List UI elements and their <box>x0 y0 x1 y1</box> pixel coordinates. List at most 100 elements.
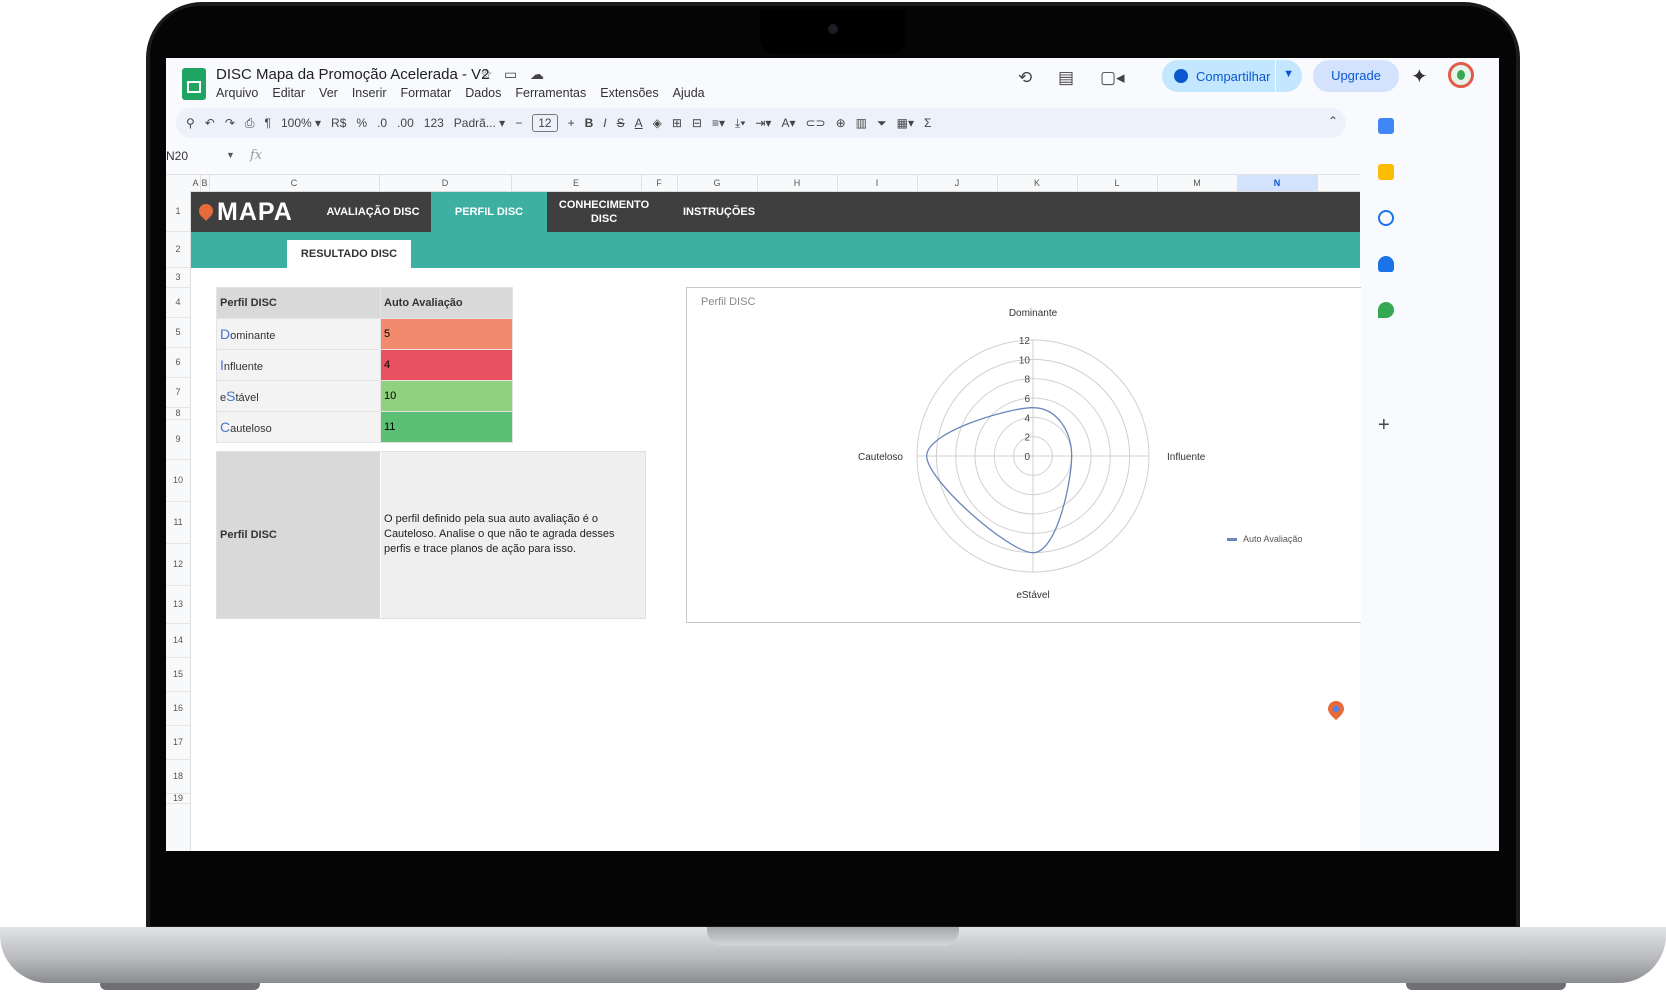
font-size-increase-icon[interactable]: + <box>568 116 575 130</box>
tasks-icon[interactable] <box>1378 210 1394 226</box>
percent-button[interactable]: % <box>356 116 367 130</box>
menu-dados[interactable]: Dados <box>465 86 501 100</box>
column-header-l[interactable]: L <box>1077 175 1158 191</box>
text-wrap-icon[interactable]: ⇥▾ <box>755 116 771 130</box>
column-header-c[interactable]: C <box>209 175 380 191</box>
row-header-7[interactable]: 7 <box>166 377 190 408</box>
column-header-h[interactable]: H <box>757 175 838 191</box>
profile-label-cell[interactable]: Dominante <box>216 318 381 350</box>
row-header-15[interactable]: 15 <box>166 657 190 692</box>
menu-ferramentas[interactable]: Ferramentas <box>515 86 586 100</box>
font-select[interactable]: Padrã... ▾ <box>454 116 505 130</box>
row-header-16[interactable]: 16 <box>166 691 190 726</box>
functions-icon[interactable]: Σ <box>924 116 931 130</box>
menu-formatar[interactable]: Formatar <box>401 86 452 100</box>
column-header-e[interactable]: E <box>511 175 642 191</box>
row-header-19[interactable]: 19 <box>166 793 190 804</box>
row-header-5[interactable]: 5 <box>166 317 190 348</box>
align-vertical-icon[interactable]: ⤓▾ <box>735 116 745 131</box>
merge-cells-icon[interactable]: ⊟ <box>692 116 702 130</box>
tab-perfil-disc[interactable]: PERFIL DISC <box>431 192 547 232</box>
meet-icon[interactable]: ▢◂ <box>1100 68 1125 88</box>
column-header-f[interactable]: F <box>641 175 678 191</box>
filter-views-icon[interactable]: ▦▾ <box>897 116 914 130</box>
spreadsheet-grid[interactable]: ABCDEFGHIJKLMN 1 2 3 4 5 6 7 8 9 10 11 12 13 14 15 16 17… <box>166 174 1361 851</box>
row-header-14[interactable]: 14 <box>166 623 190 658</box>
column-header-g[interactable]: G <box>677 175 758 191</box>
header-perfil-disc[interactable]: Perfil DISC <box>216 287 381 319</box>
tab-conhecimento-disc[interactable]: CONHECIMENTO DISC <box>553 192 655 232</box>
name-box-dropdown-icon[interactable]: ▼ <box>226 150 235 160</box>
tab-avaliacao-disc[interactable]: AVALIAÇÃO DISC <box>317 192 429 232</box>
score-cell[interactable]: 4 <box>380 349 513 381</box>
comments-icon[interactable]: ▤ <box>1058 68 1074 88</box>
column-header-d[interactable]: D <box>379 175 512 191</box>
row-header-17[interactable]: 17 <box>166 725 190 760</box>
star-icon[interactable]: ☆ <box>480 66 493 83</box>
zoom-select[interactable]: 100% ▾ <box>281 116 321 130</box>
fill-color-icon[interactable]: ◈ <box>653 116 662 130</box>
map-pin-floating-icon[interactable] <box>1325 699 1347 721</box>
share-dropdown-icon[interactable]: ▼ <box>1283 68 1294 80</box>
contacts-icon[interactable] <box>1378 256 1394 272</box>
borders-icon[interactable]: ⊞ <box>672 116 682 130</box>
share-button[interactable]: Compartilhar ▼ <box>1162 60 1302 92</box>
currency-button[interactable]: R$ <box>331 116 346 130</box>
undo-icon[interactable]: ↶ <box>205 116 215 130</box>
score-cell[interactable]: 11 <box>380 411 513 443</box>
tab-resultado-disc[interactable]: RESULTADO DISC <box>287 240 411 268</box>
avatar[interactable] <box>1448 62 1474 88</box>
column-header-m[interactable]: M <box>1157 175 1238 191</box>
text-rotation-icon[interactable]: A▾ <box>781 116 795 130</box>
more-formats-button[interactable]: 123 <box>424 116 444 130</box>
row-header-10[interactable]: 10 <box>166 459 190 502</box>
menu-ajuda[interactable]: Ajuda <box>673 86 705 100</box>
row-header-1[interactable]: 1 <box>166 191 190 232</box>
column-header-j[interactable]: J <box>917 175 998 191</box>
row-header-12[interactable]: 12 <box>166 543 190 586</box>
column-header-n[interactable]: N <box>1237 175 1318 191</box>
strikethrough-icon[interactable]: S <box>617 116 625 130</box>
insert-link-icon[interactable]: ⊂⊃ <box>805 116 825 130</box>
menu-ver[interactable]: Ver <box>319 86 338 100</box>
score-cell[interactable]: 5 <box>380 318 513 350</box>
decrease-decimal-button[interactable]: .0 <box>377 116 387 130</box>
collapse-menus-icon[interactable]: ⌃ <box>1328 114 1338 128</box>
menu-editar[interactable]: Editar <box>272 86 305 100</box>
insert-chart-icon[interactable]: ▥ <box>856 116 867 130</box>
maps-icon[interactable] <box>1378 302 1394 318</box>
print-icon[interactable]: ⎙ <box>245 116 255 131</box>
insert-comment-icon[interactable]: ⊕ <box>836 116 846 130</box>
name-box[interactable]: N20 <box>166 149 188 163</box>
row-header-9[interactable]: 9 <box>166 419 190 460</box>
row-header-13[interactable]: 13 <box>166 585 190 624</box>
gemini-icon[interactable]: ✦ <box>1411 64 1428 89</box>
text-color-icon[interactable]: A <box>635 116 643 130</box>
sheets-logo-icon[interactable] <box>182 68 206 100</box>
align-horizontal-icon[interactable]: ≡▾ <box>712 116 725 130</box>
increase-decimal-button[interactable]: .00 <box>397 116 414 130</box>
calendar-icon[interactable] <box>1378 118 1394 134</box>
score-cell[interactable]: 10 <box>380 380 513 412</box>
menu-arquivo[interactable]: Arquivo <box>216 86 258 100</box>
upgrade-button[interactable]: Upgrade <box>1313 60 1399 92</box>
column-header-i[interactable]: I <box>837 175 918 191</box>
move-folder-icon[interactable]: ▭ <box>504 66 517 83</box>
font-size-decrease-icon[interactable]: − <box>515 116 522 130</box>
column-header-k[interactable]: K <box>997 175 1078 191</box>
tab-instrucoes[interactable]: INSTRUÇÕES <box>677 192 761 232</box>
paint-format-icon[interactable]: ¶ <box>265 116 271 130</box>
profile-label-cell[interactable]: eStável <box>216 380 381 412</box>
font-size-input[interactable]: 12 <box>532 114 558 132</box>
header-auto-avaliacao[interactable]: Auto Avaliação <box>380 287 513 319</box>
profile-label-cell[interactable]: Cauteloso <box>216 411 381 443</box>
profile-label-cell[interactable]: Influente <box>216 349 381 381</box>
radar-chart[interactable]: Perfil DISC 0 2 4 6 8 10 12 Dominante Influente e… <box>686 287 1361 623</box>
menu-inserir[interactable]: Inserir <box>352 86 387 100</box>
bold-icon[interactable]: B <box>585 116 594 130</box>
document-title[interactable]: DISC Mapa da Promoção Acelerada - V2 <box>216 66 489 83</box>
row-header-3[interactable]: 3 <box>166 267 190 288</box>
redo-icon[interactable]: ↷ <box>225 116 235 130</box>
filter-icon[interactable]: ⏷ <box>877 116 887 131</box>
keep-icon[interactable] <box>1378 164 1394 180</box>
